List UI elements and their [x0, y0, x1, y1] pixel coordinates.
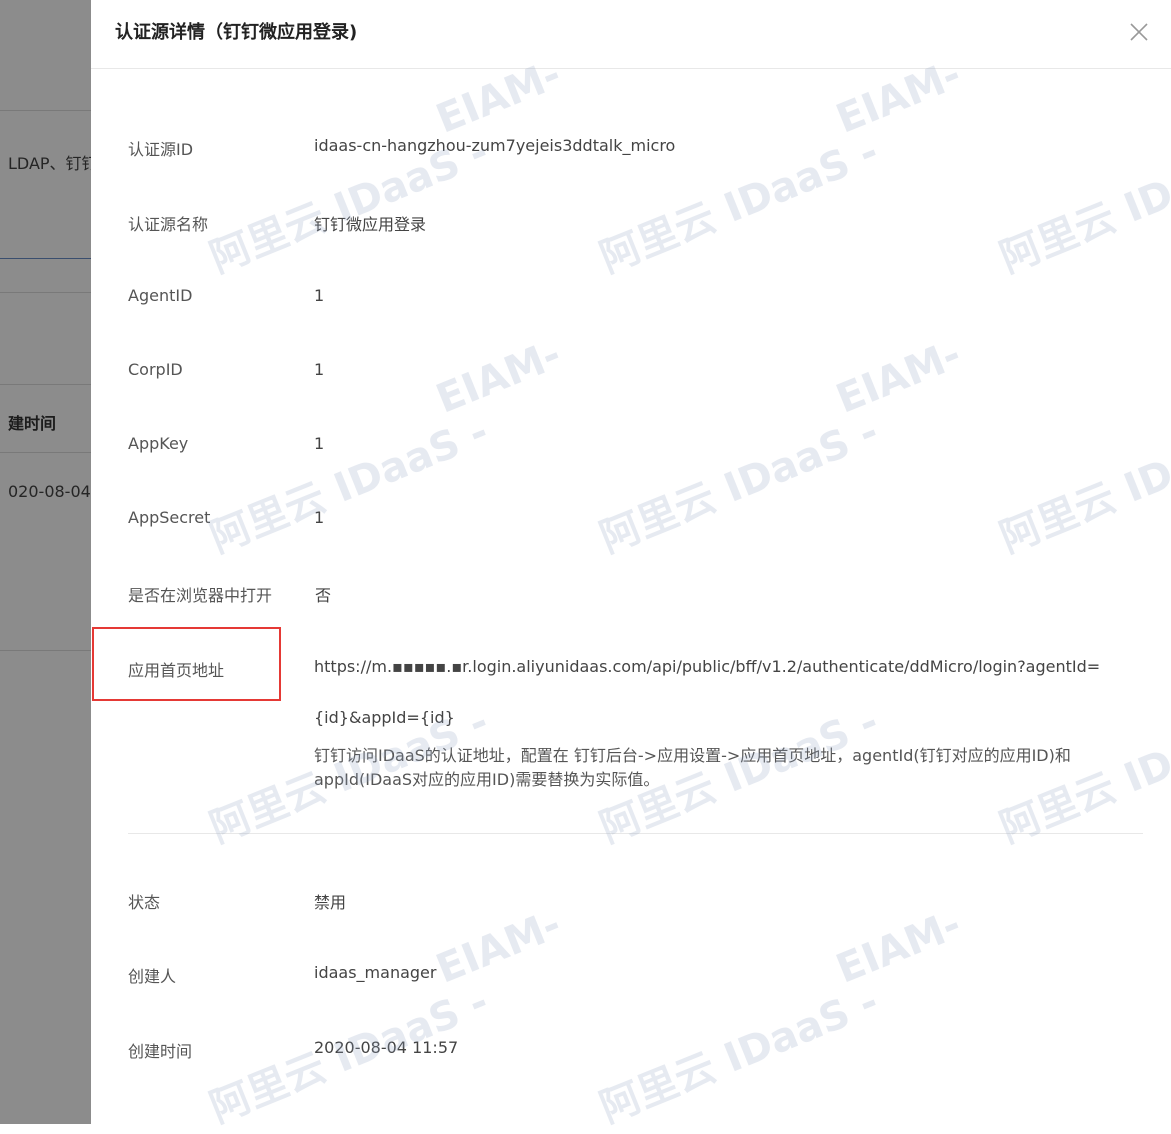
field-label: AgentID	[128, 286, 193, 305]
field-label: CorpID	[128, 360, 183, 379]
field-label: 创建时间	[128, 1042, 193, 1061]
mask-overlay[interactable]	[0, 0, 91, 1124]
field-value: idaas_manager	[314, 963, 437, 982]
field-value: 1	[314, 360, 325, 379]
detail-drawer: 认证源详情（钉钉微应用登录) 认证源ID idaas-cn-hangzhou-z…	[91, 0, 1171, 1124]
field-label: 是否在浏览器中打开	[128, 586, 273, 605]
field-value: 禁用	[314, 893, 347, 912]
homepage-url-value: https://m.▪▪▪▪▪.▪r.login.aliyunidaas.com…	[314, 657, 1101, 676]
field-label: 认证源ID	[128, 140, 194, 159]
field-label: 认证源名称	[128, 215, 209, 234]
homepage-url-value-continued: {id}&appId={id}	[314, 708, 455, 727]
homepage-url-help: 钉钉访问IDaaS的认证地址，配置在 钉钉后台->应用设置->应用首页地址，ag…	[314, 746, 1071, 789]
field-label: AppSecret	[128, 508, 211, 527]
background-page: LDAP、钉钉 建时间 020-08-04	[0, 0, 91, 1124]
field-label: AppKey	[128, 434, 189, 453]
close-icon	[1130, 23, 1148, 41]
field-label: 创建人	[128, 967, 177, 986]
drawer-header: 认证源详情（钉钉微应用登录)	[91, 0, 1171, 69]
field-value: 1	[314, 508, 325, 527]
close-button[interactable]	[1125, 18, 1153, 46]
field-label: 状态	[128, 893, 161, 912]
field-value: 否	[315, 586, 332, 605]
field-value: idaas-cn-hangzhou-zum7yejeis3ddtalk_micr…	[314, 136, 676, 155]
field-value: 1	[314, 434, 325, 453]
field-label: 应用首页地址	[128, 661, 225, 680]
section-divider	[128, 833, 1143, 834]
field-value: 钉钉微应用登录	[314, 215, 427, 234]
field-value: 1	[314, 286, 325, 305]
drawer-title: 认证源详情（钉钉微应用登录)	[115, 22, 358, 43]
field-value: 2020-08-04 11:57	[314, 1038, 459, 1057]
